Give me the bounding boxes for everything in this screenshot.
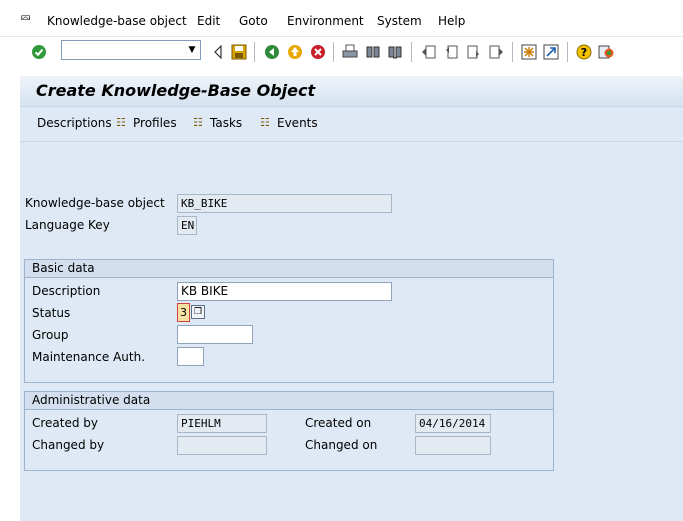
title-bar: Create Knowledge-Base Object	[20, 76, 683, 107]
kb-object-field[interactable]: KB_BIKE	[177, 194, 392, 213]
toolbar-divider	[254, 42, 255, 62]
descriptions-button[interactable]: Descriptions	[37, 116, 112, 130]
toolbar-divider	[567, 42, 568, 62]
events-label: Events	[277, 116, 318, 130]
language-key-field[interactable]: EN	[177, 216, 197, 235]
created-by-label: Created by	[32, 416, 99, 430]
shortcut-icon[interactable]	[542, 43, 560, 61]
toolbar-divider	[411, 42, 412, 62]
kb-object-label: Knowledge-base object	[25, 196, 165, 210]
group-input[interactable]	[177, 325, 253, 344]
tasks-label: Tasks	[210, 116, 243, 130]
print-icon[interactable]	[341, 43, 359, 61]
toolbar-divider	[512, 42, 513, 62]
customize-layout-icon[interactable]	[597, 43, 615, 61]
profiles-label: Profiles	[133, 116, 177, 130]
status-label: Status	[32, 306, 71, 320]
page-title: Create Knowledge-Base Object	[36, 81, 316, 100]
changed-by-label: Changed by	[32, 438, 105, 452]
profiles-button[interactable]: ☷ Profiles	[116, 116, 177, 130]
menu-bar: ⮹ Knowledge-base object Edit Goto Enviro…	[0, 0, 683, 36]
language-key-label: Language Key	[25, 218, 110, 232]
chevron-down-icon[interactable]: ▼	[186, 43, 198, 57]
maintenance-auth-label: Maintenance Auth.	[32, 350, 146, 364]
events-button[interactable]: ☷ Events	[260, 116, 318, 130]
hierarchy-icon: ☷	[116, 116, 126, 129]
enter-icon[interactable]	[30, 43, 48, 61]
created-by-field[interactable]: PIEHLM	[177, 414, 267, 433]
menu-goto[interactable]: Goto	[239, 14, 268, 28]
group-label: Group	[32, 328, 69, 342]
maintenance-auth-input[interactable]	[177, 347, 204, 366]
menu-knowledge-base-object[interactable]: Knowledge-base object	[47, 14, 187, 28]
find-icon[interactable]	[364, 43, 382, 61]
admin-data-title: Administrative data	[25, 392, 553, 410]
value-help-icon[interactable]: ❐	[191, 305, 205, 319]
find-next-icon[interactable]	[386, 43, 404, 61]
menu-edit[interactable]: Edit	[197, 14, 220, 28]
tasks-button[interactable]: ☷ Tasks	[193, 116, 242, 130]
first-page-icon[interactable]	[420, 43, 438, 61]
create-session-icon[interactable]	[520, 43, 538, 61]
menu-environment[interactable]: Environment	[287, 14, 364, 28]
basic-data-group: Basic data	[24, 259, 554, 383]
back-arrow-icon[interactable]	[209, 43, 227, 61]
svg-text:?: ?	[581, 46, 587, 59]
menu-icon[interactable]: ⮹	[20, 11, 31, 27]
cancel-icon[interactable]	[309, 43, 327, 61]
changed-on-label: Changed on	[305, 438, 378, 452]
menu-help[interactable]: Help	[438, 14, 465, 28]
exit-icon[interactable]	[286, 43, 304, 61]
description-input[interactable]: KB BIKE	[177, 282, 392, 301]
save-icon[interactable]	[230, 43, 248, 61]
status-input[interactable]: 3	[177, 303, 190, 322]
menu-system[interactable]: System	[377, 14, 422, 28]
basic-data-title: Basic data	[25, 260, 553, 278]
next-page-icon[interactable]	[465, 43, 483, 61]
descriptions-label: Descriptions	[37, 116, 112, 130]
created-on-label: Created on	[305, 416, 372, 430]
hierarchy-icon: ☷	[260, 116, 270, 129]
help-icon[interactable]: ?	[575, 43, 593, 61]
back-icon[interactable]	[263, 43, 281, 61]
description-label: Description	[32, 284, 101, 298]
created-on-field[interactable]: 04/16/2014	[415, 414, 491, 433]
hierarchy-icon: ☷	[193, 116, 203, 129]
changed-on-field[interactable]	[415, 436, 491, 455]
changed-by-field[interactable]	[177, 436, 267, 455]
toolbar-divider	[333, 42, 334, 62]
command-field[interactable]: ▼	[61, 40, 201, 60]
last-page-icon[interactable]	[487, 43, 505, 61]
previous-page-icon[interactable]	[442, 43, 460, 61]
